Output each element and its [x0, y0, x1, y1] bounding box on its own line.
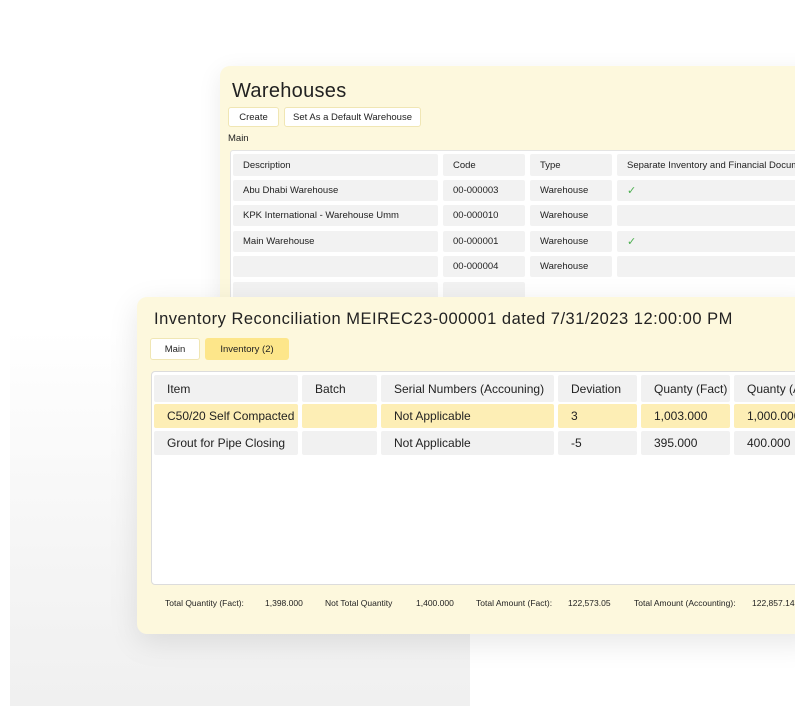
- column-header-serial-numbers[interactable]: Serial Numbers (Accouning): [381, 375, 554, 402]
- create-button[interactable]: Create: [228, 107, 279, 127]
- qty-fact-cell[interactable]: 395.000: [641, 431, 730, 455]
- warehouse-type[interactable]: Warehouse: [530, 180, 612, 201]
- warehouses-title: Warehouses: [232, 80, 347, 102]
- deviation-cell[interactable]: 3: [558, 404, 637, 428]
- total-amount-fact-label: Total Amount (Fact):: [476, 598, 553, 608]
- not-total-qty-label: Not Total Quantity: [325, 598, 393, 608]
- column-header-type[interactable]: Type: [530, 154, 612, 176]
- item-cell[interactable]: Grout for Pipe Closing: [154, 431, 298, 455]
- warehouse-code[interactable]: 00-000003: [443, 180, 525, 201]
- total-amount-accounting-label: Total Amount (Accounting):: [634, 598, 736, 608]
- column-header-code[interactable]: Code: [443, 154, 525, 176]
- warehouse-type[interactable]: Warehouse: [530, 256, 612, 277]
- warehouse-code[interactable]: 00-000001: [443, 231, 525, 252]
- warehouse-separate-docs[interactable]: ✓: [617, 180, 795, 201]
- not-total-qty-value: 1,400.000: [416, 598, 454, 608]
- warehouses-table: Description Code Type Separate Inventory…: [230, 150, 795, 316]
- deviation-cell[interactable]: -5: [558, 431, 637, 455]
- warehouse-description[interactable]: Abu Dhabi Warehouse: [233, 180, 438, 201]
- section-main-label: Main: [228, 133, 249, 144]
- tab-main[interactable]: Main: [150, 338, 200, 360]
- warehouse-type[interactable]: Warehouse: [530, 231, 612, 252]
- warehouse-separate-docs[interactable]: [617, 205, 795, 226]
- qty-accounting-cell[interactable]: 400.000: [734, 431, 795, 455]
- warehouse-separate-docs[interactable]: ✓: [617, 231, 795, 252]
- warehouse-description[interactable]: KPK International - Warehouse Umm: [233, 205, 438, 226]
- total-amount-fact-value: 122,573.05: [568, 598, 611, 608]
- qty-fact-cell[interactable]: 1,003.000: [641, 404, 730, 428]
- tab-inventory[interactable]: Inventory (2): [205, 338, 289, 360]
- serial-cell[interactable]: Not Applicable: [381, 404, 554, 428]
- warehouse-description[interactable]: [233, 256, 438, 277]
- warehouse-description[interactable]: Main Warehouse: [233, 231, 438, 252]
- serial-cell[interactable]: Not Applicable: [381, 431, 554, 455]
- item-cell[interactable]: C50/20 Self Compacted: [154, 404, 298, 428]
- batch-cell[interactable]: [302, 431, 377, 455]
- column-header-description[interactable]: Description: [233, 154, 438, 176]
- inventory-reconciliation-window: Inventory Reconciliation MEIREC23-000001…: [137, 297, 795, 634]
- warehouse-code[interactable]: 00-000010: [443, 205, 525, 226]
- checkmark-icon: ✓: [627, 236, 637, 248]
- column-header-qty-accounting[interactable]: Quanty (Accounting): [734, 375, 795, 402]
- reconciliation-title: Inventory Reconciliation MEIREC23-000001…: [154, 310, 733, 328]
- warehouse-code[interactable]: 00-000004: [443, 256, 525, 277]
- column-header-separate-docs[interactable]: Separate Inventory and Financial Documen…: [617, 154, 795, 176]
- warehouse-separate-docs[interactable]: [617, 256, 795, 277]
- column-header-deviation[interactable]: Deviation: [558, 375, 637, 402]
- column-header-item[interactable]: Item: [154, 375, 298, 402]
- total-qty-fact-value: 1,398.000: [265, 598, 303, 608]
- column-header-qty-fact[interactable]: Quanty (Fact): [641, 375, 730, 402]
- inventory-table: Item Batch Serial Numbers (Accouning) De…: [151, 371, 795, 585]
- set-default-warehouse-button[interactable]: Set As a Default Warehouse: [284, 107, 421, 127]
- warehouses-window: Warehouses Create Set As a Default Wareh…: [220, 66, 795, 316]
- warehouse-type[interactable]: Warehouse: [530, 205, 612, 226]
- qty-accounting-cell[interactable]: 1,000.000: [734, 404, 795, 428]
- total-amount-accounting-value: 122,857.14: [752, 598, 795, 608]
- column-header-batch[interactable]: Batch: [302, 375, 377, 402]
- total-qty-fact-label: Total Quantity (Fact):: [165, 598, 244, 608]
- batch-cell[interactable]: [302, 404, 377, 428]
- checkmark-icon: ✓: [627, 185, 637, 197]
